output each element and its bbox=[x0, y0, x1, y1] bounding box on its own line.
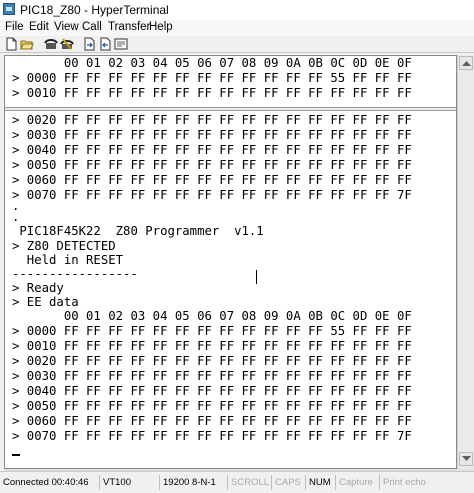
terminal-line: > 0060 FF FF FF FF FF FF FF FF FF FF FF … bbox=[12, 414, 412, 428]
status-bar: Connected 00:40:46 VT100 19200 8-N-1 SCR… bbox=[0, 471, 474, 493]
window-title: PIC18_Z80 - HyperTerminal bbox=[20, 3, 169, 17]
terminal-line: > 0070 FF FF FF FF FF FF FF FF FF FF FF … bbox=[12, 188, 412, 202]
menu-transfer[interactable]: Transfer bbox=[108, 21, 150, 33]
terminal-line: PIC18F45K22 Z80 Programmer v1.1 bbox=[12, 224, 264, 238]
terminal-line: > 0000 FF FF FF FF FF FF FF FF FF FF FF … bbox=[12, 324, 412, 338]
status-caps: CAPS bbox=[272, 475, 306, 490]
receive-file-icon[interactable] bbox=[98, 37, 112, 51]
status-num: NUM bbox=[306, 475, 336, 490]
terminal-line: > Z80 DETECTED bbox=[12, 239, 116, 253]
menu-file[interactable]: File bbox=[5, 21, 24, 33]
status-settings: 19200 8-N-1 bbox=[160, 475, 228, 490]
terminal-line: > 0030 FF FF FF FF FF FF FF FF FF FF FF … bbox=[12, 128, 412, 142]
scroll-down-arrow-icon[interactable] bbox=[459, 452, 473, 466]
vertical-scrollbar[interactable] bbox=[457, 55, 474, 469]
terminal-line: > 0010 FF FF FF FF FF FF FF FF FF FF FF … bbox=[12, 339, 412, 353]
terminal-line: ----------------- bbox=[12, 267, 138, 281]
menu-edit[interactable]: Edit bbox=[29, 21, 49, 33]
terminal-line: > 0010 FF FF FF FF FF FF FF FF FF FF FF … bbox=[12, 86, 412, 100]
status-connected: Connected 00:40:46 bbox=[0, 475, 100, 490]
terminal-line: > 0050 FF FF FF FF FF FF FF FF FF FF FF … bbox=[12, 399, 412, 413]
terminal-line: > 0040 FF FF FF FF FF FF FF FF FF FF FF … bbox=[12, 384, 412, 398]
title-bar: PIC18_Z80 - HyperTerminal bbox=[0, 0, 474, 21]
status-emulation: VT100 bbox=[100, 475, 160, 490]
menu-help[interactable]: Help bbox=[149, 21, 173, 33]
terminal-caret bbox=[12, 454, 20, 456]
menu-bar: File Edit View Call Transfer Help bbox=[0, 20, 474, 36]
toolbar bbox=[0, 36, 474, 53]
hyperterminal-icon bbox=[3, 3, 15, 15]
menu-view[interactable]: View bbox=[54, 21, 79, 33]
scroll-up-arrow-icon[interactable] bbox=[459, 56, 473, 70]
properties-icon[interactable] bbox=[114, 37, 128, 51]
terminal-line: > 0020 FF FF FF FF FF FF FF FF FF FF FF … bbox=[12, 354, 412, 368]
terminal-line: > 0070 FF FF FF FF FF FF FF FF FF FF FF … bbox=[12, 429, 412, 443]
disconnect-icon[interactable] bbox=[60, 37, 74, 51]
status-print-echo: Print echo bbox=[383, 477, 426, 488]
mouse-text-cursor bbox=[256, 270, 257, 284]
send-file-icon[interactable] bbox=[82, 37, 96, 51]
split-pane-divider[interactable] bbox=[5, 107, 456, 111]
status-capture: Capture bbox=[336, 475, 380, 490]
terminal-line: > 0040 FF FF FF FF FF FF FF FF FF FF FF … bbox=[12, 143, 412, 157]
terminal-line: > 0050 FF FF FF FF FF FF FF FF FF FF FF … bbox=[12, 158, 412, 172]
terminal-line: > 0020 FF FF FF FF FF FF FF FF FF FF FF … bbox=[12, 113, 412, 127]
phone-icon[interactable] bbox=[44, 37, 58, 51]
terminal-line: > 0030 FF FF FF FF FF FF FF FF FF FF FF … bbox=[12, 369, 412, 383]
terminal-line: > Ready bbox=[12, 281, 64, 295]
terminal-line: 00 01 02 03 04 05 06 07 08 09 0A 0B 0C 0… bbox=[12, 56, 412, 70]
terminal-line: Held in RESET bbox=[12, 253, 124, 267]
terminal-line: > EE data bbox=[12, 295, 79, 309]
terminal-line: 00 01 02 03 04 05 06 07 08 09 0A 0B 0C 0… bbox=[12, 309, 412, 323]
new-connection-icon[interactable] bbox=[4, 37, 18, 51]
open-icon[interactable] bbox=[20, 37, 34, 51]
menu-call[interactable]: Call bbox=[82, 21, 102, 33]
terminal-line: > 0060 FF FF FF FF FF FF FF FF FF FF FF … bbox=[12, 173, 412, 187]
terminal-screen[interactable]: 00 01 02 03 04 05 06 07 08 09 0A 0B 0C 0… bbox=[4, 55, 457, 469]
status-scroll: SCROLL bbox=[228, 475, 272, 490]
terminal-line: > 0000 FF FF FF FF FF FF FF FF FF FF FF … bbox=[12, 71, 412, 85]
terminal-line: . bbox=[12, 210, 20, 224]
